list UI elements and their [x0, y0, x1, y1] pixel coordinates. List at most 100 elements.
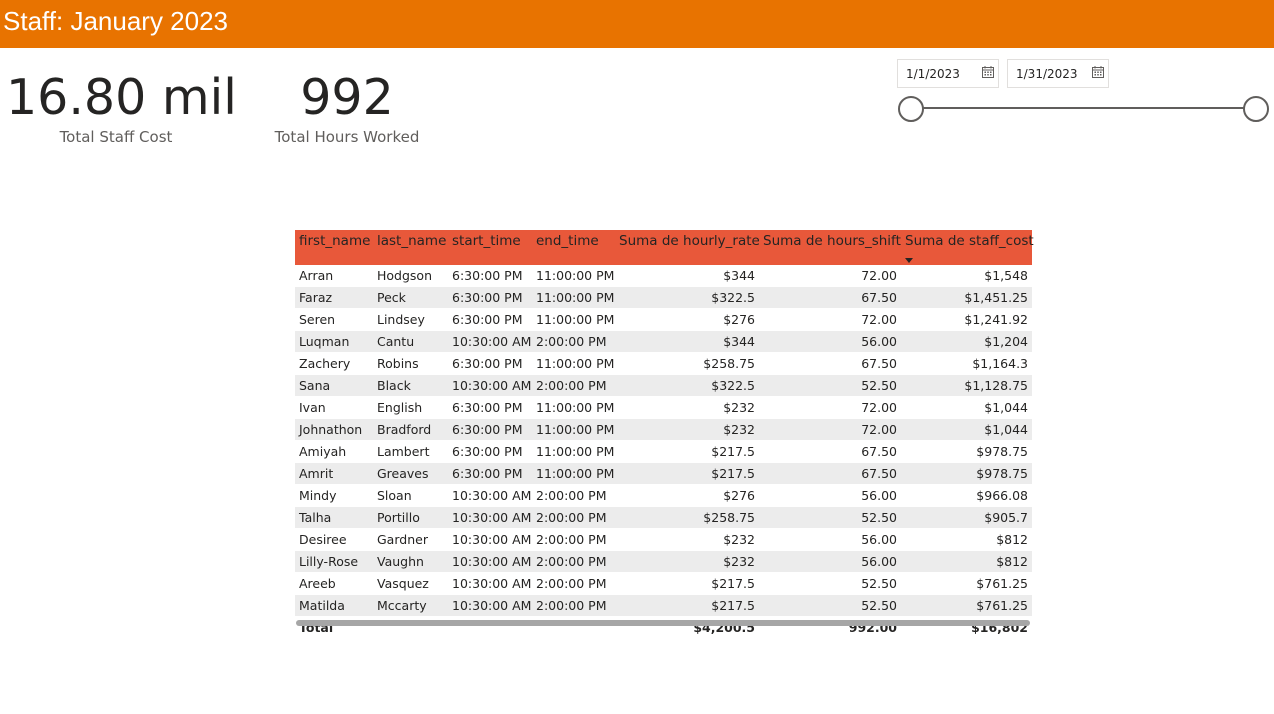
table-cell: $812	[901, 528, 1032, 551]
table-cell: 6:30:00 PM	[448, 308, 532, 331]
table-cell: Areeb	[295, 572, 373, 595]
table-cell: Ivan	[295, 396, 373, 419]
table-cell: 52.50	[759, 594, 901, 617]
table-cell: 10:30:00 AM	[448, 506, 532, 529]
table-cell: 6:30:00 PM	[448, 286, 532, 309]
table-cell: $905.7	[901, 506, 1032, 529]
table-cell: 2:00:00 PM	[532, 528, 615, 551]
table-row[interactable]: Sana Black 10:30:00 AM 2:00:00 PM $322.5 52.5…	[295, 374, 1032, 397]
table-row[interactable]: Seren Lindsey 6:30:00 PM 11:00:00 PM $276 72.…	[295, 308, 1032, 331]
table-cell: 2:00:00 PM	[532, 506, 615, 529]
table-cell: $322.5	[615, 286, 759, 309]
table-cell: Mindy	[295, 484, 373, 507]
end-date-value: 1/31/2023	[1016, 67, 1078, 81]
date-range-end-handle[interactable]	[1243, 96, 1269, 122]
table-cell: 67.50	[759, 352, 901, 375]
table-cell: 72.00	[759, 308, 901, 331]
table-cell: 67.50	[759, 462, 901, 485]
table-cell: $232	[615, 528, 759, 551]
table-row[interactable]: Talha Portillo 10:30:00 AM 2:00:00 PM $258.7…	[295, 506, 1032, 529]
table-cell: 2:00:00 PM	[532, 374, 615, 397]
table-cell: 52.50	[759, 572, 901, 595]
table-cell: Peck	[373, 286, 448, 309]
start-date-input[interactable]: 1/1/2023	[897, 59, 999, 88]
table-row[interactable]: Lilly-Rose Vaughn 10:30:00 AM 2:00:00 PM $23…	[295, 550, 1032, 573]
table-cell: Vaughn	[373, 550, 448, 573]
total-staff-cost-card: 16.80 mil Total Staff Cost	[6, 68, 237, 146]
table-cell: Sloan	[373, 484, 448, 507]
table-cell: 6:30:00 PM	[448, 440, 532, 463]
table-row[interactable]: Matilda Mccarty 10:30:00 AM 2:00:00 PM $217.…	[295, 594, 1032, 617]
table-cell: 2:00:00 PM	[532, 572, 615, 595]
table-cell: Gardner	[373, 528, 448, 551]
table-cell: $1,451.25	[901, 286, 1032, 309]
table-cell: Seren	[295, 308, 373, 331]
table-cell: Johnathon	[295, 418, 373, 441]
column-header[interactable]: Suma de staff_cost	[901, 230, 1034, 265]
table-cell: 67.50	[759, 286, 901, 309]
table-row[interactable]: Luqman Cantu 10:30:00 AM 2:00:00 PM $344 56.0…	[295, 330, 1032, 353]
table-horizontal-scrollbar[interactable]	[296, 620, 1030, 626]
column-header[interactable]: Suma de hours_shift	[759, 230, 901, 265]
column-header[interactable]: end_time	[532, 230, 615, 265]
table-cell: Sana	[295, 374, 373, 397]
column-header[interactable]: last_name	[373, 230, 448, 265]
table-cell: $978.75	[901, 462, 1032, 485]
table-row[interactable]: Zachery Robins 6:30:00 PM 11:00:00 PM $258.7…	[295, 352, 1032, 375]
table-cell: $276	[615, 308, 759, 331]
table-cell: 10:30:00 AM	[448, 594, 532, 617]
table-cell: 10:30:00 AM	[448, 550, 532, 573]
table-row[interactable]: Areeb Vasquez 10:30:00 AM 2:00:00 PM $217.5 5…	[295, 572, 1032, 595]
table-cell: 11:00:00 PM	[532, 352, 615, 375]
table-cell: Luqman	[295, 330, 373, 353]
table-cell: Hodgson	[373, 265, 448, 287]
table-cell: 10:30:00 AM	[448, 374, 532, 397]
table-cell: $1,241.92	[901, 308, 1032, 331]
table-row[interactable]: Mindy Sloan 10:30:00 AM 2:00:00 PM $276 56.00…	[295, 484, 1032, 507]
table-cell: $217.5	[615, 594, 759, 617]
table-cell: 11:00:00 PM	[532, 286, 615, 309]
table-cell: 11:00:00 PM	[532, 440, 615, 463]
column-header[interactable]: start_time	[448, 230, 532, 265]
table-cell: $1,044	[901, 418, 1032, 441]
table-cell: $232	[615, 396, 759, 419]
table-cell: $1,044	[901, 396, 1032, 419]
date-range-start-handle[interactable]	[898, 96, 924, 122]
table-cell: 6:30:00 PM	[448, 396, 532, 419]
table-cell: $217.5	[615, 462, 759, 485]
table-cell: 67.50	[759, 440, 901, 463]
table-row[interactable]: Ivan English 6:30:00 PM 11:00:00 PM $232 72.0…	[295, 396, 1032, 419]
table-cell: 56.00	[759, 484, 901, 507]
staff-table: first_name last_name start_time end_time Sum…	[295, 230, 1034, 637]
table-cell: Black	[373, 374, 448, 397]
page-title: Staff: January 2023	[3, 6, 229, 36]
table-cell: $258.75	[615, 506, 759, 529]
table-cell: $232	[615, 550, 759, 573]
table-cell: 11:00:00 PM	[532, 265, 615, 287]
calendar-icon[interactable]	[982, 66, 994, 78]
table-cell: Lindsey	[373, 308, 448, 331]
table-cell: 72.00	[759, 396, 901, 419]
report-header: Staff: January 2023	[0, 0, 1274, 48]
column-header[interactable]: first_name	[295, 230, 373, 265]
table-cell: Bradford	[373, 418, 448, 441]
table-cell: Amiyah	[295, 440, 373, 463]
table-cell: Talha	[295, 506, 373, 529]
sort-descending-icon[interactable]	[905, 258, 913, 263]
table-row[interactable]: Johnathon Bradford 6:30:00 PM 11:00:00 PM $2…	[295, 418, 1032, 441]
table-cell: 72.00	[759, 265, 901, 287]
table-cell: $1,128.75	[901, 374, 1032, 397]
total-hours-card: 992 Total Hours Worked	[272, 68, 422, 146]
table-row[interactable]: Amrit Greaves 6:30:00 PM 11:00:00 PM $217.5 6…	[295, 462, 1032, 485]
table-cell: $1,204	[901, 330, 1032, 353]
start-date-value: 1/1/2023	[906, 67, 960, 81]
table-cell: Cantu	[373, 330, 448, 353]
table-row[interactable]: Faraz Peck 6:30:00 PM 11:00:00 PM $322.5 67.5…	[295, 286, 1032, 309]
column-header[interactable]: Suma de hourly_rate	[615, 230, 760, 265]
table-row[interactable]: Desiree Gardner 10:30:00 AM 2:00:00 PM $232 5…	[295, 528, 1032, 551]
calendar-icon[interactable]	[1092, 66, 1104, 78]
date-range-slider-track[interactable]	[911, 107, 1257, 109]
table-row[interactable]: Arran Hodgson 6:30:00 PM 11:00:00 PM $344 72.…	[295, 265, 1032, 287]
end-date-input[interactable]: 1/31/2023	[1007, 59, 1109, 88]
table-row[interactable]: Amiyah Lambert 6:30:00 PM 11:00:00 PM $217.5…	[295, 440, 1032, 463]
